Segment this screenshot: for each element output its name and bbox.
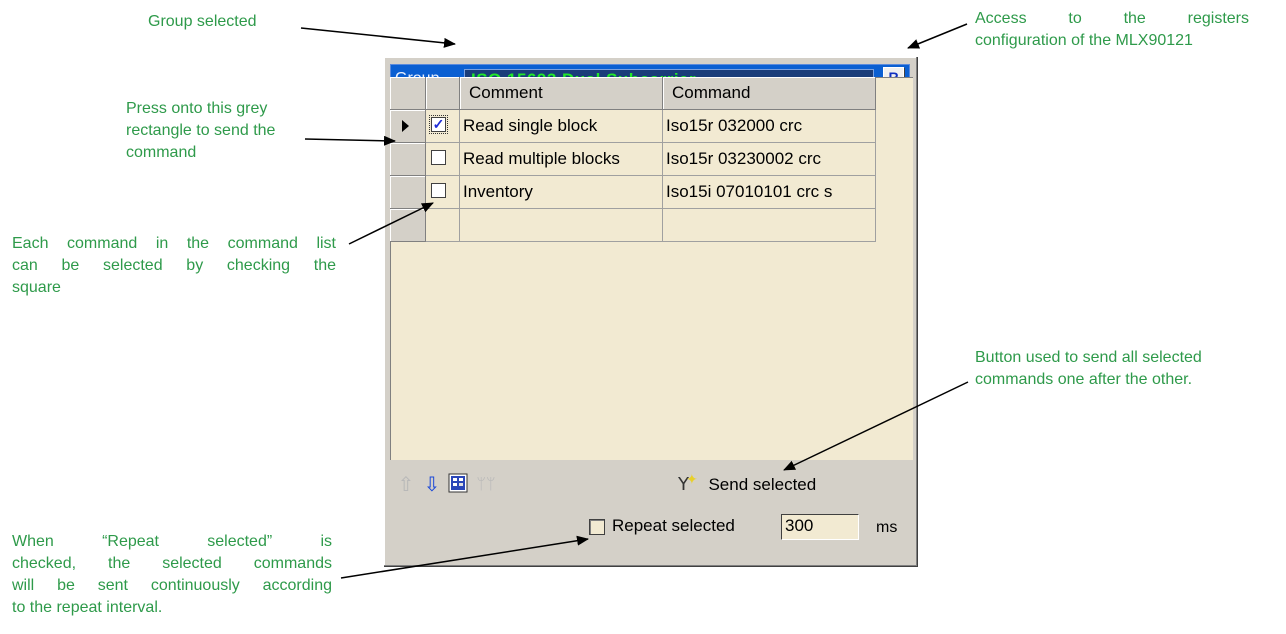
arrow-group-selected xyxy=(300,27,456,48)
arrow-press-rectangle xyxy=(304,135,396,146)
annotation-arrows xyxy=(300,23,969,579)
arrow-send-selected xyxy=(783,381,969,471)
arrow-repeat-selected xyxy=(340,535,589,579)
arrow-registers xyxy=(907,23,968,49)
arrow-select-command xyxy=(348,202,434,245)
